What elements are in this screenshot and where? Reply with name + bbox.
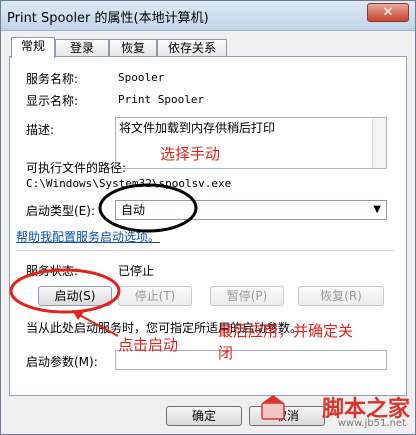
annotation-apply-line1: 最后应用，并确定关 <box>218 322 354 340</box>
exe-path-label: 可执行文件的路径: <box>26 161 127 175</box>
description-box[interactable]: 将文件加载到内存供稍后打印 <box>115 117 387 169</box>
service-name-value: Spooler <box>118 71 165 84</box>
display-name-value: Print Spooler <box>118 93 205 106</box>
annotation-click-start: 点击启动 <box>118 336 179 354</box>
service-name-label: 服务名称: <box>26 72 79 86</box>
tab-dependencies[interactable]: 依存关系 <box>157 39 227 57</box>
help-config-link[interactable]: 帮助我配置服务启动选项。 <box>16 228 160 245</box>
tab-recovery[interactable]: 恢复 <box>109 39 157 57</box>
startup-type-select[interactable]: 自动 ▼ <box>115 200 387 220</box>
divider <box>16 250 394 251</box>
window-title: Print Spooler 的属性(本地计算机) <box>7 11 209 26</box>
resume-button[interactable]: 恢复(R) <box>298 286 384 306</box>
chevron-down-icon[interactable]: ▼ <box>373 201 381 219</box>
description-text: 将文件加载到内存供稍后打印 <box>119 121 276 135</box>
display-name-label: 显示名称: <box>26 94 79 108</box>
properties-window: Print Spooler 的属性(本地计算机) ✕ 常规 登录 恢复 依存关系… <box>0 0 416 435</box>
description-scrollbar[interactable] <box>372 118 386 168</box>
start-button[interactable]: 启动(S) <box>38 286 112 306</box>
service-status-value: 已停止 <box>118 264 155 278</box>
pause-button[interactable]: 暂停(P) <box>210 286 284 306</box>
start-params-label: 启动参数(M): <box>26 355 98 369</box>
tab-general[interactable]: 常规 <box>11 37 55 58</box>
exe-path-value: C:\Windows\System32\spoolsv.exe <box>26 177 232 190</box>
general-panel: 服务名称: Spooler 显示名称: Print Spooler 描述: 将文… <box>9 56 407 396</box>
annotation-select-manual: 选择手动 <box>160 145 221 163</box>
stop-button[interactable]: 停止(T) <box>118 286 192 306</box>
service-status-label: 服务状态: <box>26 264 79 278</box>
site-watermark: 脚本之家 www.jb51.net <box>258 391 410 431</box>
tab-logon[interactable]: 登录 <box>55 39 109 57</box>
close-button[interactable]: ✕ <box>367 3 409 22</box>
title-bar[interactable]: Print Spooler 的属性(本地计算机) ✕ <box>1 1 415 31</box>
ok-button[interactable]: 确定 <box>166 406 242 426</box>
watermark-url: www.jb51.net <box>337 418 406 429</box>
startup-type-value: 自动 <box>121 203 146 217</box>
description-label: 描述: <box>26 123 55 137</box>
startup-type-label: 启动类型(E): <box>26 204 95 218</box>
site-logo-icon <box>261 395 285 420</box>
annotation-apply-line2: 闭 <box>218 344 234 362</box>
